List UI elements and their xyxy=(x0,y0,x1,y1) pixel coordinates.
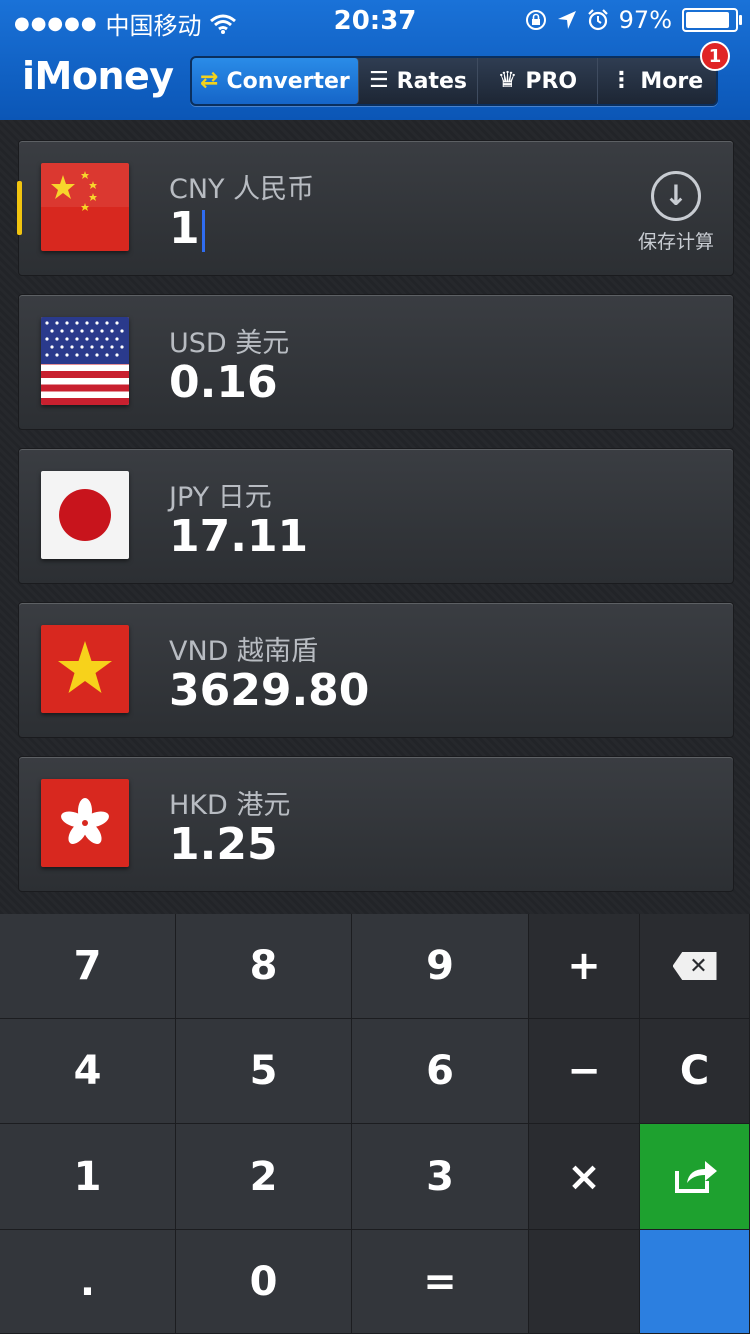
notification-badge: 1 xyxy=(700,41,730,71)
converted-amount: 0.16 xyxy=(169,357,278,408)
key-8[interactable]: 8 xyxy=(176,914,352,1019)
key-6[interactable]: 6 xyxy=(352,1019,529,1124)
key-plus[interactable]: + xyxy=(529,914,640,1019)
key-2[interactable]: 2 xyxy=(176,1124,352,1230)
action-button[interactable] xyxy=(640,1230,750,1334)
key-0[interactable]: 0 xyxy=(176,1230,352,1334)
alarm-icon xyxy=(587,9,608,31)
tab-more[interactable]: ⋮ More xyxy=(598,58,716,104)
battery-percent: 97% xyxy=(618,6,672,34)
battery-icon xyxy=(682,8,742,32)
calculator-keypad: 7 8 9 + ✕ 4 5 6 − C 1 2 3 × . 0 = xyxy=(0,914,750,1334)
tab-label: Converter xyxy=(226,68,350,94)
china-flag-icon xyxy=(41,163,129,251)
top-bar: ●●●●● 中国移动 20:37 97% iMoney ⇄ Converter … xyxy=(0,0,750,120)
key-minus[interactable]: − xyxy=(529,1019,640,1124)
tab-bar: ⇄ Converter ☰ Rates ♛ PRO ⋮ More xyxy=(190,56,718,106)
amount-value: 1 xyxy=(169,203,200,254)
key-3[interactable]: 3 xyxy=(352,1124,529,1230)
backspace-icon: ✕ xyxy=(672,952,717,980)
save-calculation-button[interactable]: ↓ 保存计算 xyxy=(633,171,719,254)
currency-row-jpy[interactable]: JPY 日元 17.11 xyxy=(18,448,734,584)
app-title: iMoney xyxy=(22,54,174,98)
currency-row-cny[interactable]: CNY 人民币 1 ↓ 保存计算 xyxy=(18,140,734,276)
tab-rates[interactable]: ☰ Rates xyxy=(359,58,479,104)
currency-row-vnd[interactable]: VND 越南盾 3629.80 xyxy=(18,602,734,738)
location-icon xyxy=(557,11,576,29)
tab-pro[interactable]: ♛ PRO xyxy=(478,58,598,104)
rotation-lock-icon xyxy=(525,10,546,30)
status-bar: ●●●●● 中国移动 20:37 97% xyxy=(0,0,750,40)
swap-icon: ⇄ xyxy=(200,68,219,93)
tab-label: More xyxy=(640,68,704,94)
vietnam-flag-icon xyxy=(41,625,129,713)
tab-converter[interactable]: ⇄ Converter xyxy=(192,58,359,104)
tab-label: PRO xyxy=(525,68,578,94)
tab-label: Rates xyxy=(396,68,467,94)
crown-icon: ♛ xyxy=(497,68,518,93)
currency-list: CNY 人民币 1 ↓ 保存计算 USD 美元 0.16 JPY 日元 17.1… xyxy=(0,120,750,914)
share-button[interactable] xyxy=(640,1124,750,1230)
converted-amount: 17.11 xyxy=(169,511,309,562)
key-5[interactable]: 5 xyxy=(176,1019,352,1124)
currency-code: CNY 人民币 xyxy=(169,174,315,205)
currency-row-usd[interactable]: USD 美元 0.16 xyxy=(18,294,734,430)
key-4[interactable]: 4 xyxy=(0,1019,176,1124)
backspace-button[interactable]: ✕ xyxy=(640,914,750,1019)
key-multiply[interactable]: × xyxy=(529,1124,640,1230)
key-1[interactable]: 1 xyxy=(0,1124,176,1230)
save-label: 保存计算 xyxy=(637,231,714,253)
currency-code: VND 越南盾 xyxy=(169,636,319,667)
share-icon xyxy=(674,1160,717,1193)
currency-code: JPY 日元 xyxy=(169,482,272,513)
key-decimal[interactable]: . xyxy=(0,1230,176,1334)
amount-input[interactable]: 1 xyxy=(169,203,205,254)
download-circle-icon: ↓ xyxy=(651,171,701,221)
active-row-indicator xyxy=(17,181,22,235)
converted-amount: 1.25 xyxy=(169,819,278,870)
usa-flag-icon xyxy=(41,317,129,405)
currency-code: USD 美元 xyxy=(169,328,290,359)
vertical-dots-icon: ⋮ xyxy=(610,68,633,93)
key-9[interactable]: 9 xyxy=(352,914,529,1019)
battery-fill xyxy=(686,12,729,28)
currency-row-hkd[interactable]: HKD 港元 1.25 xyxy=(18,756,734,892)
hongkong-flag-icon xyxy=(41,779,129,867)
text-caret xyxy=(201,210,205,252)
list-icon: ☰ xyxy=(368,68,389,93)
japan-flag-icon xyxy=(41,471,129,559)
converted-amount: 3629.80 xyxy=(169,665,370,716)
key-equals[interactable]: = xyxy=(352,1230,529,1334)
currency-code: HKD 港元 xyxy=(169,790,291,821)
key-blank[interactable] xyxy=(529,1230,640,1334)
clear-button[interactable]: C xyxy=(640,1019,750,1124)
key-7[interactable]: 7 xyxy=(0,914,176,1019)
